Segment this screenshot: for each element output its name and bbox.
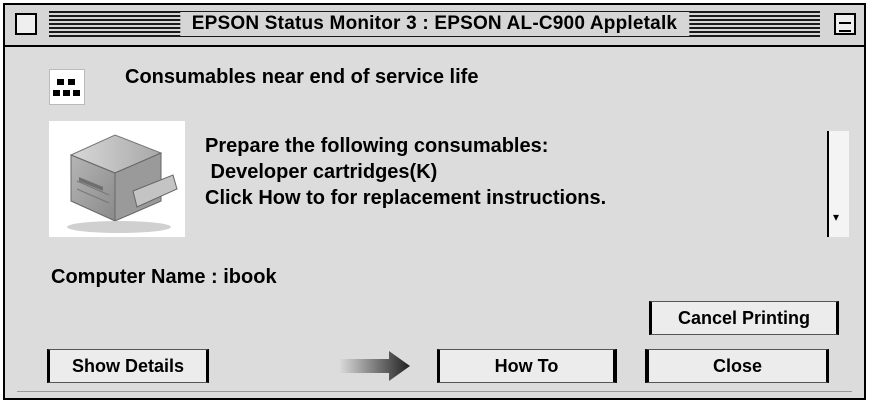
close-button[interactable]: Close <box>645 349 829 383</box>
message-line: Developer cartridges(K) <box>205 161 438 183</box>
cancel-printing-button[interactable]: Cancel Printing <box>649 301 839 335</box>
scroll-down-arrow-icon[interactable]: ▾ <box>833 211 839 223</box>
close-box-icon[interactable] <box>15 13 37 35</box>
message-line: Click How to for replacement instruction… <box>205 187 607 209</box>
printer-image <box>49 121 185 237</box>
zoom-box-icon[interactable] <box>834 13 856 35</box>
computer-name-label: Computer Name : ibook <box>51 266 277 288</box>
consumables-message: Prepare the following consumables: Devel… <box>205 133 825 211</box>
printer-status-icon <box>49 69 85 105</box>
show-details-button[interactable]: Show Details <box>47 349 209 383</box>
message-line: Prepare the following consumables: <box>205 135 549 157</box>
message-scrollbar[interactable]: ▾ <box>827 131 849 237</box>
title-bar[interactable]: EPSON Status Monitor 3 : EPSON AL-C900 A… <box>5 5 864 47</box>
how-to-button[interactable]: How To <box>437 349 617 383</box>
status-title: Consumables near end of service life <box>125 66 479 88</box>
window-title: EPSON Status Monitor 3 : EPSON AL-C900 A… <box>179 12 690 36</box>
window-bottom-divider <box>17 391 852 392</box>
status-monitor-window: EPSON Status Monitor 3 : EPSON AL-C900 A… <box>3 3 866 400</box>
arrow-right-icon <box>339 350 411 382</box>
